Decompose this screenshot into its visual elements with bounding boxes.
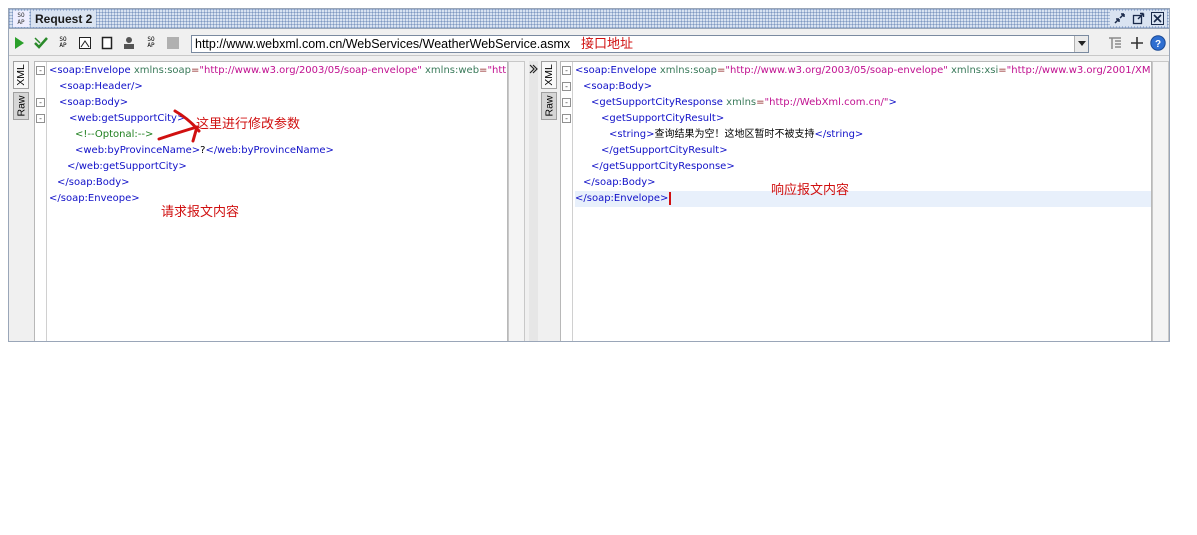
square-icon[interactable] [99, 35, 115, 51]
code-line: <soap:Body> [59, 97, 129, 108]
add-icon[interactable] [1129, 35, 1145, 51]
fold-toggle[interactable]: - [36, 98, 45, 107]
endpoint-url-field[interactable]: http://www.webxml.com.cn/WebServices/Wea… [191, 35, 1089, 53]
fold-toggle[interactable]: - [562, 98, 571, 107]
url-annotation: 接口地址 [581, 36, 634, 51]
endpoint-url[interactable]: http://www.webxml.com.cn/WebServices/Wea… [195, 37, 570, 52]
code-line: </soap:Enveope> [49, 193, 140, 204]
soap-icon[interactable]: SO AP [143, 35, 159, 51]
maximize-icon[interactable] [1131, 11, 1146, 26]
check-icon[interactable] [33, 35, 49, 51]
title-buttons [1110, 11, 1167, 26]
fold-toggle[interactable]: - [562, 66, 571, 75]
edit-endpoint-icon[interactable] [1107, 35, 1123, 51]
soap-icon: SO AP [13, 11, 29, 27]
pane-splitter[interactable] [529, 61, 538, 341]
request-window: SO AP Request 2 SO AP SO AP http://www.w… [8, 8, 1170, 342]
svg-text:?: ? [1155, 39, 1161, 50]
annotation-response-content: 响应报文内容 [771, 182, 850, 197]
code-line: </getSupportCityResponse> [591, 161, 735, 172]
chevron-down-icon[interactable] [1074, 36, 1088, 52]
fold-gutter: - - - [35, 62, 47, 341]
code-line: <string>查询结果为空！这地区暂时不被支持</string> [609, 129, 864, 140]
request-view-tabs: XML Raw [13, 61, 29, 123]
response-xml[interactable]: <soap:Envelope xmlns:soap="http://www.w3… [575, 63, 1151, 207]
run-icon[interactable] [11, 35, 27, 51]
soap-icon[interactable]: SO AP [55, 35, 71, 51]
title-bar[interactable]: SO AP Request 2 [9, 9, 1169, 29]
text-caret [669, 191, 672, 205]
fold-toggle[interactable]: - [36, 66, 45, 75]
code-line: <web:byProvinceName>?</web:byProvinceNam… [75, 145, 334, 156]
code-line: <soap:Header/> [59, 81, 143, 92]
window-icon[interactable] [77, 35, 93, 51]
request-scrollbar[interactable] [508, 61, 525, 341]
code-line: </soap:Body> [57, 177, 130, 188]
response-editor[interactable]: - - - - <soap:Envelope xmlns:soap="http:… [560, 61, 1152, 341]
fold-toggle[interactable]: - [562, 82, 571, 91]
tab-request-xml[interactable]: XML [13, 61, 29, 89]
response-scrollbar[interactable] [1152, 61, 1169, 341]
response-view-tabs: XML Raw [541, 61, 557, 123]
person-icon[interactable] [121, 35, 137, 51]
fold-toggle[interactable]: - [36, 114, 45, 123]
stop-icon[interactable] [165, 35, 181, 51]
fold-toggle[interactable]: - [562, 114, 571, 123]
request-xml[interactable]: <soap:Envelope xmlns:soap="http://www.w3… [49, 63, 507, 207]
request-editor[interactable]: - - - <soap:Envelope xmlns:soap="http://… [34, 61, 508, 341]
close-icon[interactable] [1150, 11, 1165, 26]
window-title: Request 2 [31, 11, 97, 27]
toolbar: SO AP SO AP http://www.webxml.com.cn/WebSe… [9, 30, 1169, 56]
fold-gutter: - - - - [561, 62, 573, 341]
code-line: </soap:Envelope> [575, 191, 1151, 207]
annotation-request-content: 请求报文内容 [161, 204, 240, 219]
code-line: <getSupportCityResponse xmlns="http://We… [591, 97, 897, 108]
code-line: <soap:Envelope xmlns:soap="http://www.w3… [575, 65, 1151, 76]
code-line: </web:getSupportCity> [67, 161, 187, 172]
minimize-icon[interactable] [1112, 11, 1127, 26]
annotation-params: 这里进行修改参数 [196, 116, 301, 131]
code-line: <getSupportCityResult> [601, 113, 725, 124]
code-line: </getSupportCityResult> [601, 145, 728, 156]
code-line: <soap:Envelope xmlns:soap="http://www.w3… [49, 65, 507, 76]
code-line: <soap:Body> [583, 81, 653, 92]
help-icon[interactable]: ? [1150, 35, 1166, 51]
tab-request-raw[interactable]: Raw [13, 92, 29, 120]
tab-response-xml[interactable]: XML [541, 61, 557, 89]
tab-response-raw[interactable]: Raw [541, 92, 557, 120]
code-line: </soap:Body> [583, 177, 656, 188]
